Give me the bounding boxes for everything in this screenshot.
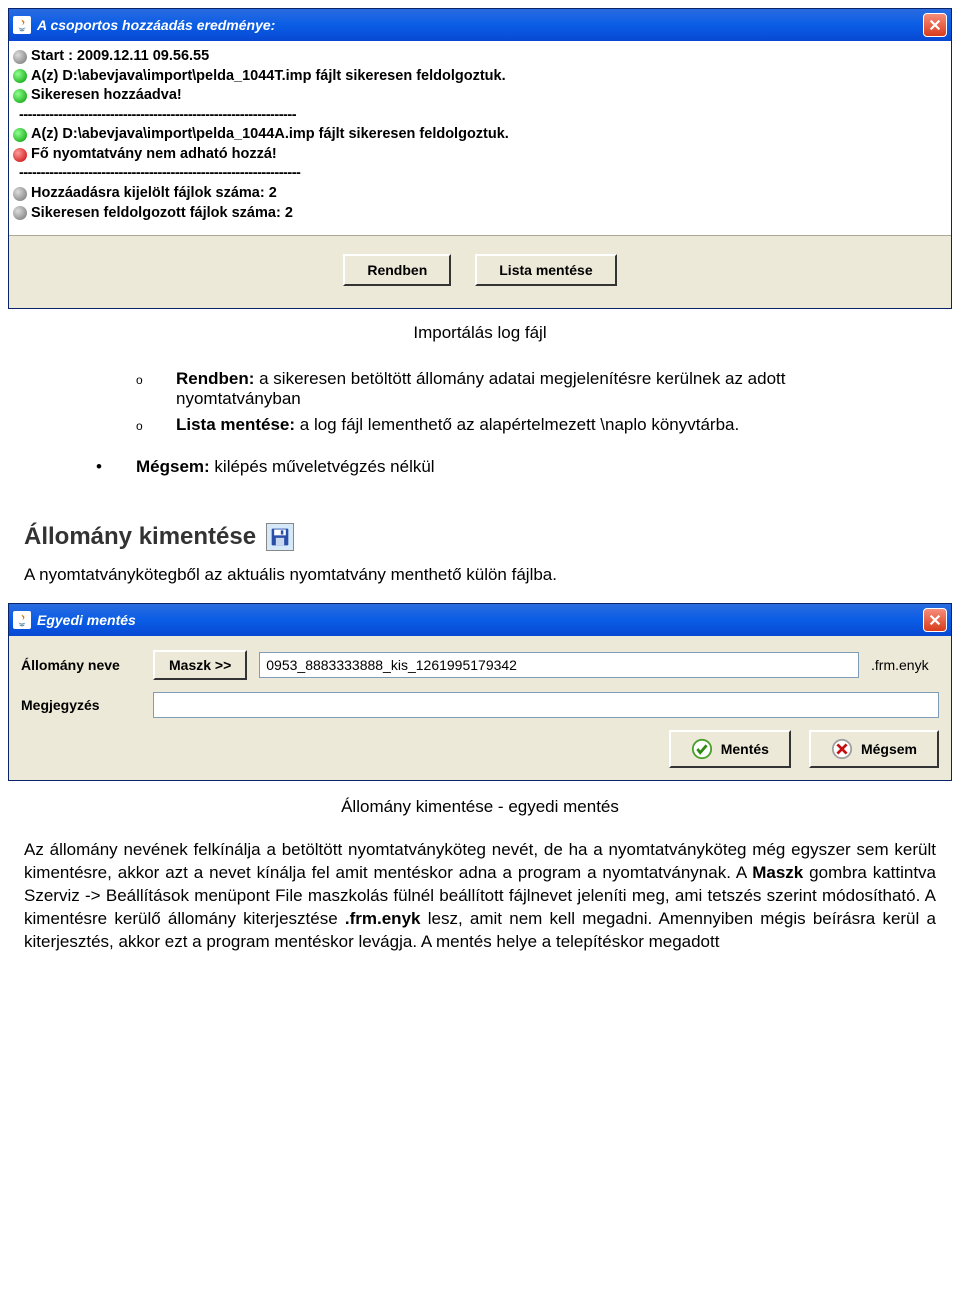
dialog-button-row: Rendben Lista mentése bbox=[9, 236, 951, 308]
log-text: Hozzáadásra kijelölt fájlok száma: 2 bbox=[31, 184, 277, 204]
dialog-title: Egyedi mentés bbox=[37, 612, 917, 628]
log-text: A(z) D:\abevjava\import\pelda_1044A.imp … bbox=[31, 125, 509, 145]
status-dot-green bbox=[13, 69, 27, 83]
status-dot-grey bbox=[13, 206, 27, 220]
log-line: Sikeresen hozzáadva! bbox=[19, 86, 943, 106]
figure-caption: Állomány kimentése - egyedi mentés bbox=[24, 797, 936, 817]
close-button[interactable] bbox=[923, 13, 947, 37]
log-line: Fő nyomtatvány nem adható hozzá! bbox=[19, 145, 943, 165]
status-dot-grey bbox=[13, 50, 27, 64]
titlebar: Egyedi mentés bbox=[9, 604, 951, 636]
log-text: Fő nyomtatvány nem adható hozzá! bbox=[31, 145, 277, 165]
status-dot-green bbox=[13, 128, 27, 142]
log-text: A(z) D:\abevjava\import\pelda_1044T.imp … bbox=[31, 67, 506, 87]
button-label: Mégsem bbox=[861, 741, 917, 757]
label-bold: Lista mentése: bbox=[176, 415, 295, 434]
label-bold: Mégsem: bbox=[136, 457, 210, 476]
heading-text: Állomány kimentése bbox=[24, 523, 256, 551]
log-line: Sikeresen feldolgozott fájlok száma: 2 bbox=[19, 204, 943, 224]
save-list-button[interactable]: Lista mentése bbox=[475, 254, 616, 286]
status-dot-grey bbox=[13, 187, 27, 201]
list-text: a log fájl lementhető az alapértelmezett… bbox=[295, 415, 739, 434]
log-text: Sikeresen hozzáadva! bbox=[31, 86, 182, 106]
check-icon bbox=[691, 738, 713, 760]
text-span: A bbox=[736, 863, 752, 882]
status-dot-red bbox=[13, 148, 27, 162]
filename-label: Állomány neve bbox=[21, 657, 141, 673]
figure-caption: Importálás log fájl bbox=[56, 323, 904, 343]
log-line: Start : 2009.12.11 09.56.55 bbox=[19, 47, 943, 67]
bold-span: Maszk bbox=[752, 863, 803, 882]
log-line: Hozzáadásra kijelölt fájlok száma: 2 bbox=[19, 184, 943, 204]
separator-line: ----------------------------------------… bbox=[19, 164, 943, 184]
save-floppy-icon bbox=[266, 523, 294, 551]
document-text: Állomány kimentése - egyedi mentés Az ál… bbox=[24, 797, 936, 954]
log-text: Sikeresen feldolgozott fájlok száma: 2 bbox=[31, 204, 293, 224]
list-item: Mégsem: kilépés műveletvégzés nélkül bbox=[136, 457, 904, 477]
titlebar: A csoportos hozzáadás eredménye: bbox=[9, 9, 951, 41]
list-text: kilépés műveletvégzés nélkül bbox=[210, 457, 435, 476]
section-heading: Állomány kimentése bbox=[24, 523, 960, 551]
result-dialog-window: A csoportos hozzáadás eredménye: Start :… bbox=[8, 8, 952, 309]
separator-line: ----------------------------------------… bbox=[19, 106, 943, 126]
file-extension-label: .frm.enyk bbox=[871, 657, 939, 673]
list-item: Rendben: a sikeresen betöltött állomány … bbox=[176, 369, 904, 409]
bold-span: .frm.enyk bbox=[345, 909, 421, 928]
note-label: Megjegyzés bbox=[21, 697, 141, 713]
paragraph: Az állomány nevének felkínálja a betöltö… bbox=[24, 839, 936, 954]
label-bold: Rendben: bbox=[176, 369, 254, 388]
document-text: Importálás log fájl Rendben: a sikeresen… bbox=[56, 323, 904, 477]
list-item: Lista mentése: a log fájl lementhető az … bbox=[176, 415, 904, 435]
list-text: a sikeresen betöltött állomány adatai me… bbox=[176, 369, 785, 408]
cancel-icon bbox=[831, 738, 853, 760]
filename-input[interactable] bbox=[259, 652, 859, 678]
dialog-body: Állomány neve Maszk >> .frm.enyk Megjegy… bbox=[9, 636, 951, 780]
log-body: Start : 2009.12.11 09.56.55 A(z) D:\abev… bbox=[9, 41, 951, 236]
cancel-button[interactable]: Mégsem bbox=[809, 730, 939, 768]
save-button[interactable]: Mentés bbox=[669, 730, 791, 768]
dialog-title: A csoportos hozzáadás eredménye: bbox=[37, 17, 917, 33]
log-line: A(z) D:\abevjava\import\pelda_1044T.imp … bbox=[19, 67, 943, 87]
button-label: Mentés bbox=[721, 741, 769, 757]
java-icon bbox=[13, 16, 31, 34]
java-icon bbox=[13, 611, 31, 629]
mask-button[interactable]: Maszk >> bbox=[153, 650, 247, 680]
section-subtext: A nyomtatványkötegből az aktuális nyomta… bbox=[24, 565, 936, 585]
close-button[interactable] bbox=[923, 608, 947, 632]
note-row: Megjegyzés bbox=[21, 692, 939, 718]
ok-button[interactable]: Rendben bbox=[343, 254, 451, 286]
log-line: A(z) D:\abevjava\import\pelda_1044A.imp … bbox=[19, 125, 943, 145]
dialog-button-row: Mentés Mégsem bbox=[21, 730, 939, 768]
status-dot-green bbox=[13, 89, 27, 103]
save-dialog-window: Egyedi mentés Állomány neve Maszk >> .fr… bbox=[8, 603, 952, 781]
log-text: Start : 2009.12.11 09.56.55 bbox=[31, 47, 209, 67]
filename-row: Állomány neve Maszk >> .frm.enyk bbox=[21, 650, 939, 680]
note-input[interactable] bbox=[153, 692, 939, 718]
